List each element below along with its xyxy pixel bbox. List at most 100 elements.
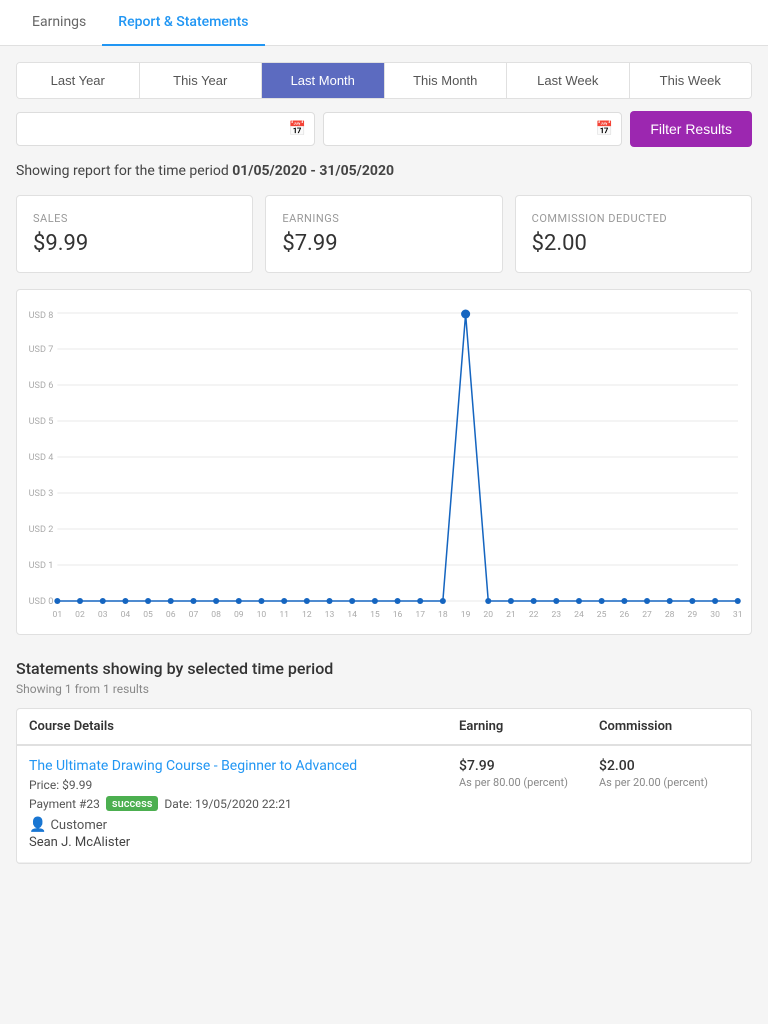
- svg-text:10: 10: [257, 610, 267, 620]
- tab-this-month[interactable]: This Month: [385, 63, 508, 98]
- svg-text:24: 24: [574, 610, 584, 620]
- svg-text:27: 27: [642, 610, 652, 620]
- stat-value-earnings: $7.99: [282, 231, 485, 256]
- customer-row: 👤 Customer: [29, 817, 459, 833]
- svg-text:04: 04: [121, 610, 131, 620]
- svg-text:01: 01: [53, 610, 63, 620]
- svg-text:19: 19: [461, 610, 471, 620]
- svg-text:USD 0: USD 0: [29, 597, 54, 607]
- payment-info-row: Payment #23 success Date: 19/05/2020 22:…: [29, 796, 459, 811]
- statements-table: Course Details Earning Commission The Ul…: [16, 708, 752, 864]
- payment-date: Date: 19/05/2020 22:21: [164, 797, 291, 811]
- course-details-cell: The Ultimate Drawing Course - Beginner t…: [29, 758, 459, 850]
- svg-text:11: 11: [279, 610, 289, 620]
- report-period-text: Showing report for the time period 01/05…: [16, 163, 752, 179]
- table-row: The Ultimate Drawing Course - Beginner t…: [17, 746, 751, 863]
- svg-text:14: 14: [347, 610, 357, 620]
- stats-cards: SALES $9.99 EARNINGS $7.99 COMMISSION DE…: [16, 195, 752, 273]
- svg-text:06: 06: [166, 610, 176, 620]
- svg-text:13: 13: [325, 610, 335, 620]
- svg-text:USD 5: USD 5: [29, 417, 54, 427]
- svg-text:17: 17: [415, 610, 425, 620]
- stat-label-commission: COMMISSION DEDUCTED: [532, 212, 735, 225]
- svg-text:30: 30: [710, 610, 720, 620]
- earning-value: $7.99: [459, 758, 599, 774]
- svg-text:09: 09: [234, 610, 244, 620]
- tab-last-week[interactable]: Last Week: [507, 63, 630, 98]
- customer-name: Sean J. McAlister: [29, 835, 459, 850]
- statements-section-title: Statements showing by selected time peri…: [16, 659, 752, 678]
- top-nav: Earnings Report & Statements: [0, 0, 768, 46]
- svg-text:16: 16: [393, 610, 403, 620]
- svg-text:USD 2: USD 2: [29, 525, 54, 535]
- earning-detail: As per 80.00 (percent): [459, 776, 599, 789]
- filter-row: 📅 📅 Filter Results: [16, 111, 752, 147]
- statements-section: Statements showing by selected time peri…: [16, 659, 752, 864]
- stat-card-sales: SALES $9.99: [16, 195, 253, 273]
- filter-results-button[interactable]: Filter Results: [630, 111, 752, 147]
- svg-text:03: 03: [98, 610, 108, 620]
- svg-text:15: 15: [370, 610, 380, 620]
- svg-text:21: 21: [506, 610, 516, 620]
- svg-text:18: 18: [438, 610, 448, 620]
- date-input-1[interactable]: [17, 114, 281, 145]
- main-content: Last Year This Year Last Month This Mont…: [0, 46, 768, 880]
- stat-card-earnings: EARNINGS $7.99: [265, 195, 502, 273]
- stat-card-commission: COMMISSION DEDUCTED $2.00: [515, 195, 752, 273]
- svg-text:USD 3: USD 3: [29, 489, 54, 499]
- svg-text:12: 12: [302, 610, 312, 620]
- svg-text:USD 7: USD 7: [29, 345, 54, 355]
- svg-text:07: 07: [189, 610, 199, 620]
- tab-last-year[interactable]: Last Year: [17, 63, 140, 98]
- period-tabs: Last Year This Year Last Month This Mont…: [16, 62, 752, 99]
- stat-label-earnings: EARNINGS: [282, 212, 485, 225]
- table-header: Course Details Earning Commission: [17, 709, 751, 746]
- course-name-link[interactable]: The Ultimate Drawing Course - Beginner t…: [29, 758, 459, 774]
- svg-text:25: 25: [597, 610, 607, 620]
- tab-this-week[interactable]: This Week: [630, 63, 752, 98]
- earning-cell: $7.99 As per 80.00 (percent): [459, 758, 599, 789]
- stat-value-commission: $2.00: [532, 231, 735, 256]
- col-header-earning: Earning: [459, 719, 599, 734]
- nav-item-report-statements[interactable]: Report & Statements: [102, 0, 264, 46]
- y-axis: USD 0 USD 1 USD 2 USD 3 USD 4 USD 5 USD …: [29, 311, 738, 607]
- commission-cell: $2.00 As per 20.00 (percent): [599, 758, 739, 789]
- chart-card: USD 0 USD 1 USD 2 USD 3 USD 4 USD 5 USD …: [16, 289, 752, 635]
- payment-number: Payment #23: [29, 797, 100, 811]
- calendar-icon-1[interactable]: 📅: [281, 113, 314, 145]
- tab-last-month[interactable]: Last Month: [262, 63, 385, 98]
- svg-text:USD 1: USD 1: [29, 561, 54, 571]
- commission-value: $2.00: [599, 758, 739, 774]
- report-period-range: 01/05/2020 - 31/05/2020: [232, 163, 394, 179]
- svg-text:29: 29: [688, 610, 698, 620]
- x-axis: 01 02 03 04 05 06 07 08 09 10 11 12 13 1…: [53, 610, 743, 620]
- customer-icon: 👤: [29, 817, 46, 833]
- svg-text:02: 02: [75, 610, 85, 620]
- svg-text:26: 26: [620, 610, 630, 620]
- svg-text:23: 23: [551, 610, 561, 620]
- course-price: Price: $9.99: [29, 778, 459, 792]
- svg-text:USD 4: USD 4: [29, 453, 54, 463]
- svg-text:20: 20: [483, 610, 493, 620]
- date-input-1-wrap: 📅: [16, 112, 315, 146]
- col-header-course: Course Details: [29, 719, 459, 734]
- svg-text:22: 22: [529, 610, 539, 620]
- svg-text:USD 6: USD 6: [29, 381, 54, 391]
- chart-container: USD 0 USD 1 USD 2 USD 3 USD 4 USD 5 USD …: [25, 306, 743, 626]
- col-header-commission: Commission: [599, 719, 739, 734]
- date-input-2[interactable]: [324, 114, 588, 145]
- calendar-icon-2[interactable]: 📅: [588, 113, 621, 145]
- stat-value-sales: $9.99: [33, 231, 236, 256]
- commission-detail: As per 20.00 (percent): [599, 776, 739, 789]
- earnings-chart: USD 0 USD 1 USD 2 USD 3 USD 4 USD 5 USD …: [25, 306, 743, 626]
- svg-text:31: 31: [733, 610, 743, 620]
- svg-text:28: 28: [665, 610, 675, 620]
- nav-item-earnings[interactable]: Earnings: [16, 0, 102, 46]
- svg-text:05: 05: [143, 610, 153, 620]
- status-badge: success: [106, 796, 158, 811]
- tab-this-year[interactable]: This Year: [140, 63, 263, 98]
- report-period-prefix: Showing report for the time period: [16, 163, 232, 179]
- statements-showing: Showing 1 from 1 results: [16, 682, 752, 696]
- customer-label: Customer: [50, 818, 107, 833]
- date-input-2-wrap: 📅: [323, 112, 622, 146]
